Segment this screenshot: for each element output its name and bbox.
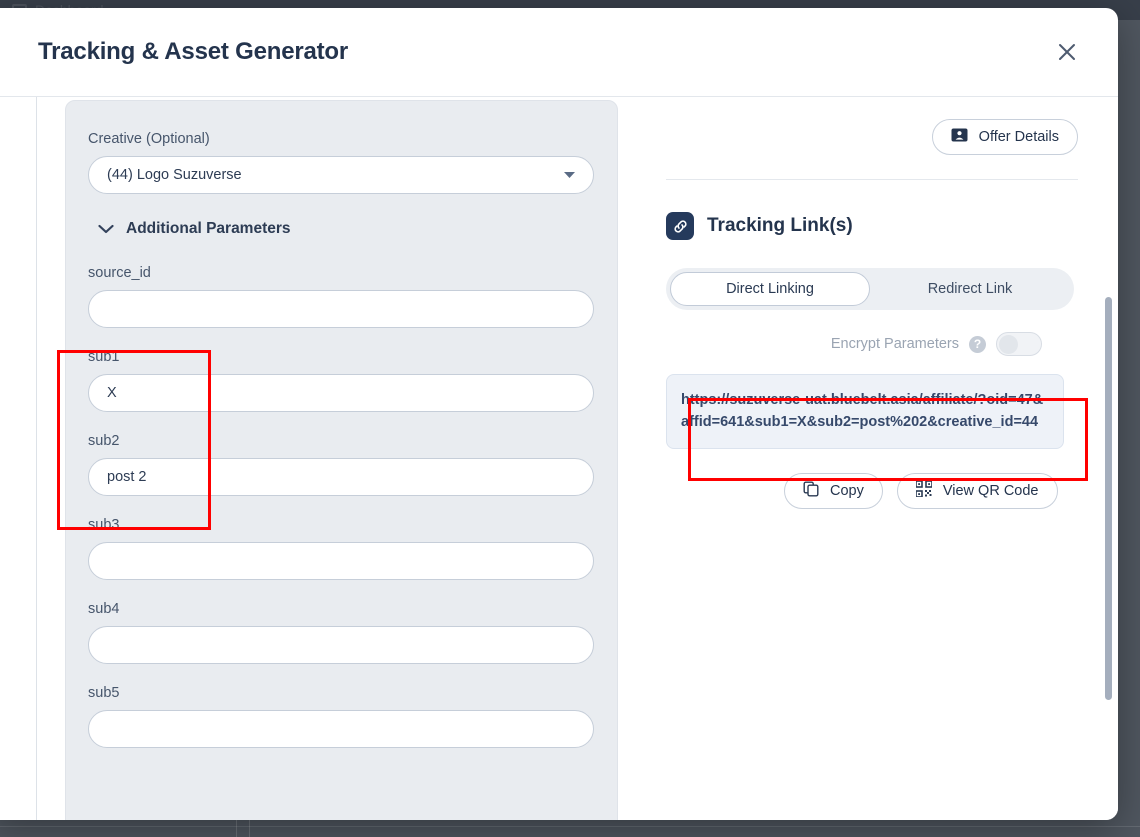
additional-parameters-accordion[interactable]: Additional Parameters [98,220,595,238]
parameters-form-card: Creative (Optional) [65,100,618,820]
contact-card-icon-glyph [951,128,968,142]
link-type-tabs: Direct Linking Redirect Link [666,268,1074,310]
qr-code-icon [916,481,932,501]
input-sub1[interactable] [88,374,594,412]
field-sub3: sub3 [88,517,595,580]
background-table-line [236,820,237,837]
chevron-down-icon [98,224,114,234]
field-label-source_id: source_id [88,265,595,281]
view-qr-code-label: View QR Code [943,483,1039,499]
creative-select[interactable] [88,156,594,194]
field-sub5: sub5 [88,685,595,748]
form-scroll-pane[interactable]: Creative (Optional) [37,97,640,820]
copy-icon-glyph [803,481,819,497]
modal-scrollbar-thumb[interactable] [1105,297,1112,700]
tracking-asset-generator-modal: Tracking & Asset Generator Creative (Opt… [0,8,1118,820]
field-label-sub5: sub5 [88,685,595,701]
encrypt-parameters-toggle[interactable] [996,332,1042,356]
modal-title: Tracking & Asset Generator [38,38,348,66]
field-sub4: sub4 [88,601,595,664]
copy-button[interactable]: Copy [784,473,883,509]
modal-body: Creative (Optional) [0,96,1118,820]
tracking-link-value[interactable]: https://suzuverse-uat.bluebelt.asia/affi… [666,374,1064,449]
offer-details-label: Offer Details [979,129,1059,145]
field-source_id: source_id [88,265,595,328]
close-icon-glyph [1056,41,1078,63]
field-sub1: sub1 [88,349,595,412]
input-sub4[interactable] [88,626,594,664]
link-icon [666,212,694,240]
view-qr-code-button[interactable]: View QR Code [897,473,1058,509]
copy-icon [803,481,819,501]
background-table-line [249,820,250,837]
offer-details-row: Offer Details [666,119,1078,155]
close-icon[interactable] [1050,35,1084,69]
field-label-sub2: sub2 [88,433,595,449]
contact-card-icon [951,128,968,146]
qr-code-icon-glyph [916,481,932,497]
link-icon-glyph [672,218,689,235]
link-action-buttons: Copy [666,473,1078,509]
field-label-sub1: sub1 [88,349,595,365]
modal-header: Tracking & Asset Generator [0,8,1118,96]
body-left-gutter [0,97,37,820]
chevron-down-icon-glyph [98,224,114,234]
encrypt-parameters-label: Encrypt Parameters [831,336,959,352]
field-label-sub4: sub4 [88,601,595,617]
creative-label: Creative (Optional) [88,131,595,147]
tab-redirect-link[interactable]: Redirect Link [870,272,1070,306]
input-sub3[interactable] [88,542,594,580]
additional-parameters-label: Additional Parameters [126,220,291,238]
tracking-links-heading: Tracking Link(s) [666,212,1078,240]
input-source_id[interactable] [88,290,594,328]
creative-field: Creative (Optional) [88,131,595,194]
creative-select-wrap [88,156,594,194]
tab-direct-linking[interactable]: Direct Linking [670,272,870,306]
field-label-sub3: sub3 [88,517,595,533]
question-mark-icon[interactable]: ? [969,336,986,353]
tracking-link-pane: Offer Details Tracking Link(s) Direct Li… [640,97,1118,820]
copy-label: Copy [830,483,864,499]
input-sub2[interactable] [88,458,594,496]
encrypt-parameters-row: Encrypt Parameters ? [666,332,1078,356]
section-divider [666,179,1078,180]
background-table-line [0,826,1140,827]
tracking-links-title: Tracking Link(s) [707,215,853,237]
input-sub5[interactable] [88,710,594,748]
field-sub2: sub2 [88,433,595,496]
offer-details-button[interactable]: Offer Details [932,119,1078,155]
